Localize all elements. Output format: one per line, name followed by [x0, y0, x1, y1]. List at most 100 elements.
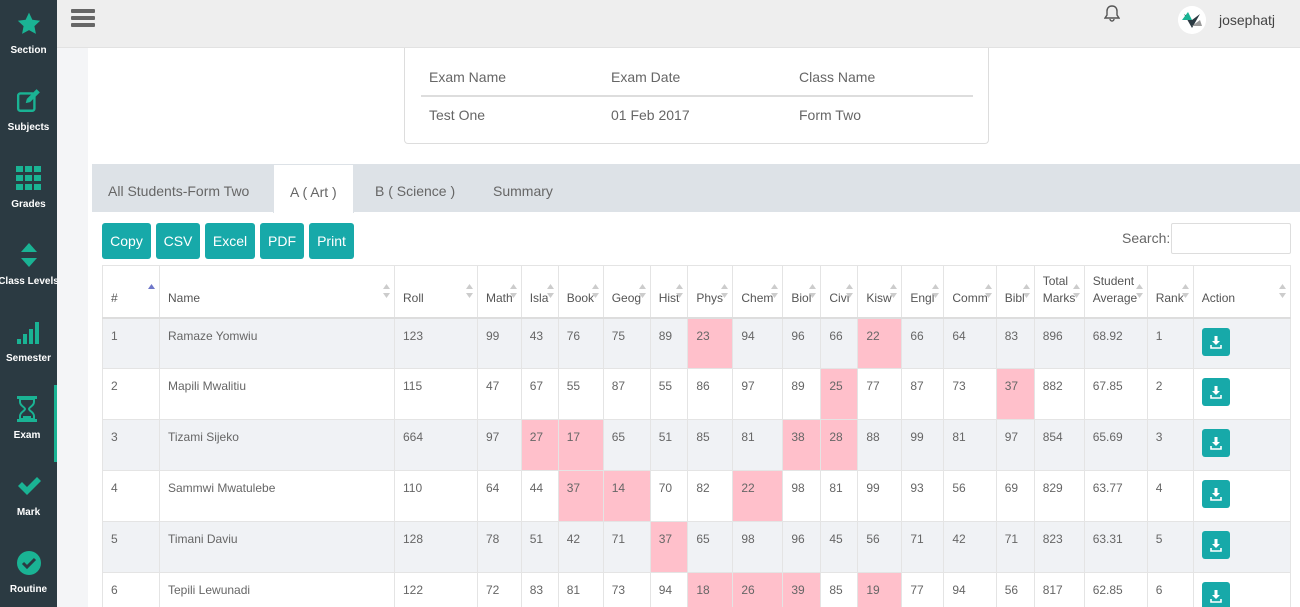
sort-icon — [932, 284, 940, 298]
sidebar-item-subjects[interactable]: Subjects — [0, 77, 57, 154]
mark-cell: 39 — [782, 572, 822, 607]
mark-cell: 72 — [477, 572, 522, 607]
excel-button[interactable]: Excel — [205, 223, 255, 259]
mark-cell: 98 — [782, 470, 822, 522]
print-button[interactable]: Print — [309, 223, 354, 259]
download-button[interactable] — [1201, 429, 1230, 457]
total-marks-cell: 823 — [1033, 521, 1085, 573]
column-header-name[interactable]: Name — [159, 265, 395, 319]
table-row: 2 Mapili Mwalitiu 115 47 67 55 87 55 86 97 89 25 77 8… — [102, 368, 1291, 420]
search-input[interactable] — [1171, 223, 1291, 254]
username[interactable]: josephatj — [1219, 12, 1275, 28]
roll-cell: 122 — [394, 572, 478, 607]
column-header-hist[interactable]: Hist — [649, 265, 689, 319]
mark-cell: 99 — [901, 419, 945, 471]
download-button[interactable] — [1201, 582, 1230, 607]
sidebar-item-grades[interactable]: Grades — [0, 154, 57, 231]
download-icon — [1209, 437, 1222, 450]
sidebar-item-mark[interactable]: Mark — [0, 462, 57, 539]
sidebar-item-exam[interactable]: Exam — [0, 385, 57, 462]
roll-cell: 110 — [394, 470, 478, 522]
column-header-book[interactable]: Book — [557, 265, 604, 319]
column-header-label: Biol — [791, 290, 812, 305]
download-button[interactable] — [1201, 531, 1230, 559]
hamburger-menu-icon[interactable] — [71, 9, 95, 31]
student-average-cell: 68.92 — [1083, 317, 1148, 369]
mark-cell: 69 — [995, 470, 1035, 522]
mark-cell: 99 — [857, 470, 903, 522]
column-header-label: Roll — [403, 290, 424, 305]
tab-summary[interactable]: Summary — [477, 164, 569, 212]
tab-all-students[interactable]: All Students-Form Two — [92, 164, 265, 212]
sort-icon — [546, 284, 554, 298]
csv-button[interactable]: CSV — [156, 223, 200, 259]
column-header-roll[interactable]: Roll — [394, 265, 478, 319]
mark-cell: 77 — [857, 368, 903, 420]
sort-icon — [809, 284, 817, 298]
column-header-biol[interactable]: Biol — [782, 265, 822, 319]
total-marks-cell: 817 — [1033, 572, 1085, 607]
column-header-isla[interactable]: Isla — [520, 265, 559, 319]
column-header-student-average[interactable]: Student Average — [1083, 265, 1148, 319]
column-header-comm[interactable]: Comm — [943, 265, 997, 319]
column-header-civi[interactable]: Civi — [820, 265, 859, 319]
student-average-cell: 63.77 — [1083, 470, 1148, 522]
table-header-row: # Name Roll Math Isla Book Geog Hist Phys Chem Bio… — [102, 265, 1291, 319]
main-content: Exam Name Exam Date Class Name Test One … — [88, 48, 1300, 607]
column-header-kisw[interactable]: Kisw — [857, 265, 903, 319]
column-header-label: # — [111, 290, 118, 305]
avatar[interactable] — [1178, 6, 1206, 34]
mark-cell: 89 — [649, 317, 689, 369]
column-header-bibl[interactable]: Bibl — [995, 265, 1035, 319]
column-header-math[interactable]: Math — [477, 265, 522, 319]
mark-cell: 17 — [557, 419, 604, 471]
row-number-cell: 1 — [102, 317, 160, 369]
sidebar-item-label: Subjects — [7, 122, 50, 133]
mark-cell: 78 — [477, 521, 522, 573]
mark-cell: 83 — [995, 317, 1035, 369]
sidebar-item-routine[interactable]: Routine — [0, 539, 57, 607]
mark-cell: 81 — [943, 419, 997, 471]
column-header-label: Chem — [741, 290, 774, 305]
mark-cell: 22 — [857, 317, 903, 369]
table-row: 4 Sammwi Mwatulebe 110 64 44 37 14 70 82 22 98 81 99… — [102, 470, 1291, 522]
column-header-total-marks[interactable]: Total Marks — [1033, 265, 1085, 319]
mark-cell: 55 — [557, 368, 604, 420]
column-header-label: Comm — [952, 290, 988, 305]
sidebar-item-section[interactable]: Section — [0, 0, 57, 77]
action-cell — [1192, 572, 1291, 607]
column-header-phys[interactable]: Phys — [687, 265, 734, 319]
column-header-action[interactable]: Action — [1192, 265, 1291, 319]
mark-cell: 14 — [602, 470, 651, 522]
sort-icon — [721, 284, 729, 298]
pdf-button[interactable]: PDF — [260, 223, 304, 259]
mark-cell: 18 — [687, 572, 734, 607]
column-header-engl[interactable]: Engl — [901, 265, 945, 319]
sidebar-item-class-levels[interactable]: Class Levels — [0, 231, 57, 308]
download-icon — [1209, 488, 1222, 501]
column-header-geog[interactable]: Geog — [602, 265, 651, 319]
column-header-[interactable]: # — [102, 265, 160, 319]
mark-cell: 23 — [687, 317, 734, 369]
column-header-chem[interactable]: Chem — [732, 265, 784, 319]
mark-cell: 70 — [649, 470, 689, 522]
sidebar-item-label: Section — [10, 45, 47, 56]
download-icon — [1209, 539, 1222, 552]
mark-cell: 26 — [732, 572, 784, 607]
sidebar-item-semester[interactable]: Semester — [0, 308, 57, 385]
tab-b-science[interactable]: B ( Science ) — [359, 164, 471, 212]
mark-cell: 22 — [732, 470, 784, 522]
mark-cell: 76 — [557, 317, 604, 369]
mark-cell: 87 — [901, 368, 945, 420]
sort-icon — [771, 284, 779, 298]
download-button[interactable] — [1201, 480, 1230, 508]
tab-a-art[interactable]: A ( Art ) — [273, 164, 354, 213]
column-header-rank[interactable]: Rank — [1146, 265, 1194, 319]
mark-cell: 85 — [687, 419, 734, 471]
download-button[interactable] — [1201, 327, 1230, 356]
student-average-cell: 63.31 — [1083, 521, 1148, 573]
download-button[interactable] — [1201, 378, 1230, 406]
mark-cell: 85 — [820, 572, 859, 607]
copy-button[interactable]: Copy — [102, 223, 151, 259]
bell-icon[interactable] — [1103, 4, 1121, 22]
